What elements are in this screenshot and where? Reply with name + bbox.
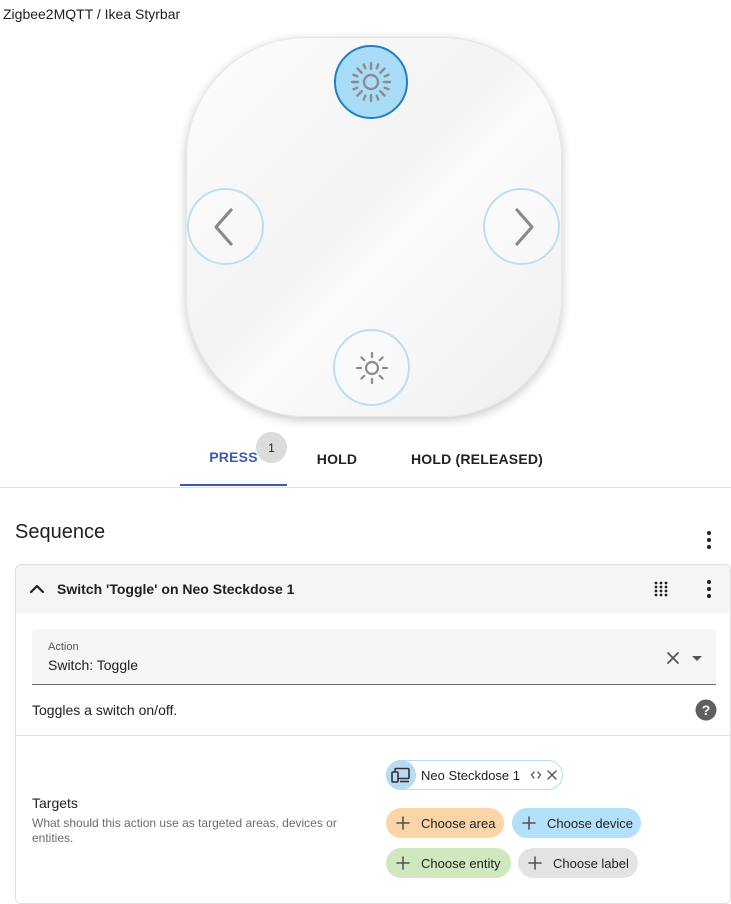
more-vertical-icon [707,531,711,549]
svg-text:?: ? [702,702,711,718]
target-chip-label: Neo Steckdose 1 [421,767,521,783]
action-select-value: Switch: Toggle [48,657,139,673]
sequence-menu-button[interactable] [697,528,721,552]
action-card-header[interactable]: Switch 'Toggle' on Neo Steckdose 1 [16,565,730,613]
sun-large-icon [350,61,392,103]
choose-entity-button[interactable]: Choose entity [386,848,511,878]
targets-description: What should this action use as targeted … [32,816,337,845]
chevron-left-icon [213,207,233,246]
press-count-badge: 1 [256,432,287,463]
choose-device-label: Choose device [547,815,633,831]
action-card: Switch 'Toggle' on Neo Steckdose 1 Actio… [15,564,731,904]
more-vertical-icon [707,580,711,598]
tab-hold-released[interactable]: HOLD (RELEASED) [395,430,559,487]
clear-icon[interactable] [662,647,684,669]
remove-icon[interactable] [546,769,558,781]
remote-button-left[interactable] [187,188,264,265]
chevron-up-icon[interactable] [27,579,47,599]
action-select-label: Action [48,641,79,653]
divider [16,735,730,736]
help-icon[interactable]: ? [695,699,717,721]
remote-device [186,37,562,417]
plus-icon [396,856,410,870]
breadcrumb: Zigbee2MQTT / Ikea Styrbar [3,6,181,22]
targets-title: Targets [32,795,78,811]
trigger-tabs: PRESS HOLD HOLD (RELEASED) [0,430,731,488]
choose-label-button[interactable]: Choose label [518,848,638,878]
sun-small-icon [355,351,388,384]
action-select[interactable]: Action Switch: Toggle [32,629,716,685]
dropdown-arrow-icon[interactable] [686,647,708,669]
expand-icon[interactable] [530,769,542,781]
action-description: Toggles a switch on/off. [32,702,178,718]
devices-icon [386,760,416,790]
choose-entity-label: Choose entity [421,855,501,871]
plus-icon [528,856,542,870]
remote-button-brightness-up[interactable] [334,45,408,119]
plus-icon [522,816,536,830]
choose-device-button[interactable]: Choose device [512,808,641,838]
drag-handle-icon[interactable] [650,578,672,600]
plus-icon [396,816,410,830]
sequence-title: Sequence [15,521,106,543]
choose-area-button[interactable]: Choose area [386,808,504,838]
remote-button-brightness-down[interactable] [333,329,410,406]
choose-area-label: Choose area [421,815,496,831]
remote-button-right[interactable] [483,188,560,265]
choose-label-label: Choose label [553,855,629,871]
tab-hold[interactable]: HOLD [295,430,379,487]
target-chip-neo-steckdose[interactable]: Neo Steckdose 1 [386,760,563,790]
action-menu-button[interactable] [697,577,721,601]
chevron-right-icon [514,207,534,246]
action-card-title: Switch 'Toggle' on Neo Steckdose 1 [57,581,295,597]
